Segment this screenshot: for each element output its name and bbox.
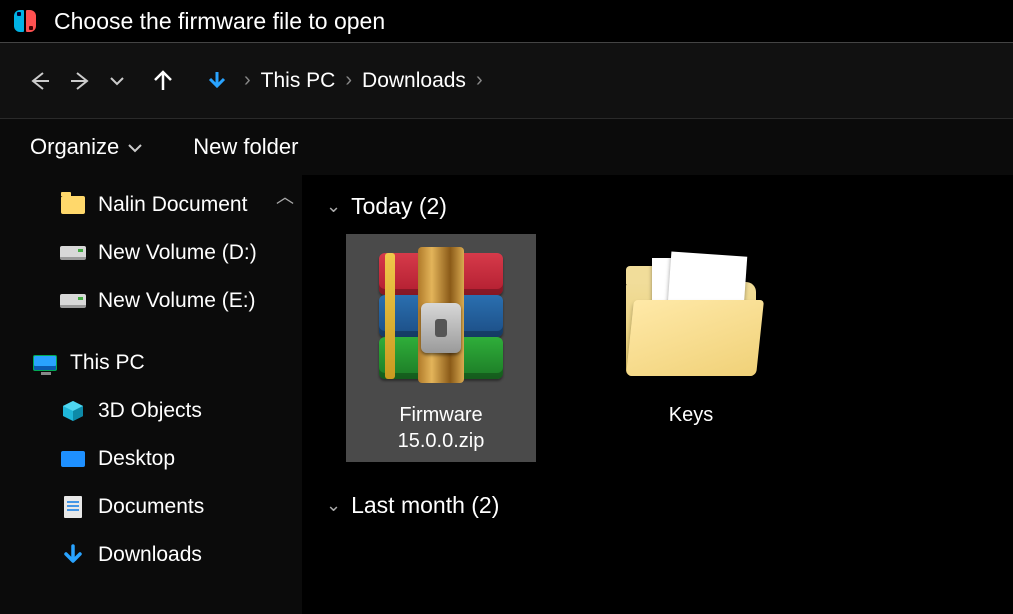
sidebar-item-documents[interactable]: Documents	[0, 483, 302, 531]
document-icon	[60, 494, 86, 520]
arrow-right-icon	[68, 68, 94, 94]
group-header-today[interactable]: ⌄ Today (2)	[326, 193, 989, 220]
recent-locations-button[interactable]	[96, 61, 138, 101]
folder-icon	[60, 192, 86, 218]
group-header-label: Today (2)	[351, 193, 447, 220]
desktop-icon	[60, 446, 86, 472]
chevron-down-icon: ⌄	[326, 196, 341, 217]
download-arrow-icon	[206, 70, 228, 92]
sidebar-item-label: Downloads	[98, 543, 202, 567]
navigation-bar: › This PC › Downloads ›	[0, 43, 1013, 119]
chevron-down-icon	[108, 72, 126, 90]
file-item-label: Keys	[669, 402, 713, 428]
sidebar-item-label: New Volume (D:)	[98, 241, 257, 265]
breadcrumb-separator-icon: ›	[234, 69, 261, 92]
download-icon	[60, 542, 86, 568]
sidebar-item-label: This PC	[70, 351, 145, 375]
chevron-down-icon	[127, 134, 143, 160]
drive-icon	[60, 288, 86, 314]
pc-icon	[32, 350, 58, 376]
sidebar-item-label: Desktop	[98, 447, 175, 471]
joycon-left-icon	[14, 10, 24, 32]
up-button[interactable]	[142, 61, 184, 101]
navigation-tree[interactable]: ︿ Nalin Document New Volume (D:) New Vol…	[0, 175, 302, 614]
chevron-down-icon: ⌄	[326, 495, 341, 516]
window-title: Choose the firmware file to open	[54, 8, 385, 35]
arrow-left-icon	[26, 68, 52, 94]
sidebar-item-this-pc[interactable]: This PC	[0, 339, 302, 387]
scroll-up-icon[interactable]: ︿	[276, 183, 294, 209]
breadcrumb-separator-icon: ›	[335, 69, 362, 92]
folder-icon	[616, 242, 766, 392]
group-items-today: Firmware 15.0.0.zip Keys	[326, 234, 989, 462]
file-item-firmware-zip[interactable]: Firmware 15.0.0.zip	[346, 234, 536, 462]
sidebar-item-downloads[interactable]: Downloads	[0, 531, 302, 579]
app-icon	[14, 10, 44, 32]
joycon-right-icon	[26, 10, 36, 32]
breadcrumb-separator-icon: ›	[466, 69, 493, 92]
new-folder-button[interactable]: New folder	[193, 134, 298, 160]
downloads-location-icon	[206, 70, 228, 92]
drive-icon	[60, 240, 86, 266]
sidebar-item-volume-d[interactable]: New Volume (D:)	[0, 229, 302, 277]
new-folder-label: New folder	[193, 134, 298, 160]
title-bar: Choose the firmware file to open	[0, 0, 1013, 42]
archive-icon	[366, 242, 516, 392]
main-area: ︿ Nalin Document New Volume (D:) New Vol…	[0, 175, 1013, 614]
sidebar-item-desktop[interactable]: Desktop	[0, 435, 302, 483]
sidebar-item-label: Nalin Document	[98, 193, 247, 217]
group-header-last-month[interactable]: ⌄ Last month (2)	[326, 492, 989, 519]
arrow-up-icon	[150, 68, 176, 94]
address-bar[interactable]: › This PC › Downloads ›	[196, 57, 995, 105]
group-header-label: Last month (2)	[351, 492, 499, 519]
file-item-label: Firmware 15.0.0.zip	[354, 402, 528, 454]
organize-button[interactable]: Organize	[30, 134, 143, 160]
cube-icon	[60, 398, 86, 424]
sidebar-item-label: New Volume (E:)	[98, 289, 256, 313]
file-list-pane[interactable]: ⌄ Today (2) Firmware 15.0.0.zip	[302, 175, 1013, 614]
back-button[interactable]	[18, 61, 60, 101]
sidebar-item-volume-e[interactable]: New Volume (E:)	[0, 277, 302, 325]
sidebar-item-nalin-document[interactable]: Nalin Document	[0, 181, 302, 229]
command-bar: Organize New folder	[0, 119, 1013, 175]
sidebar-item-3d-objects[interactable]: 3D Objects	[0, 387, 302, 435]
breadcrumb-current[interactable]: Downloads	[362, 69, 466, 93]
file-item-keys-folder[interactable]: Keys	[596, 234, 786, 462]
breadcrumb-root[interactable]: This PC	[261, 69, 336, 93]
sidebar-item-label: 3D Objects	[98, 399, 202, 423]
organize-label: Organize	[30, 134, 119, 160]
sidebar-item-label: Documents	[98, 495, 204, 519]
